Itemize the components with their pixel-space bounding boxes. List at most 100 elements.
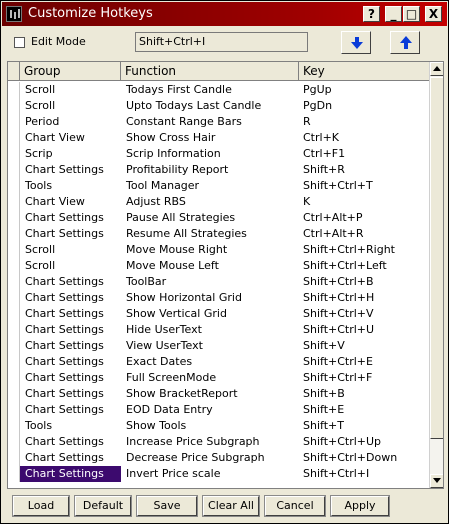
cell-group[interactable]: Chart View xyxy=(20,130,121,146)
cell-group[interactable]: Scrip xyxy=(20,146,121,162)
cell-key[interactable]: Shift+Ctrl+Up xyxy=(299,434,429,450)
cell-group[interactable]: Chart Settings xyxy=(20,162,121,178)
maximize-button[interactable]: □ xyxy=(403,6,420,22)
cell-function[interactable]: Invert Price scale xyxy=(121,466,299,482)
cell-function[interactable]: Show Horizontal Grid xyxy=(121,290,299,306)
cell-key[interactable]: Shift+T xyxy=(299,418,429,434)
cell-group[interactable]: Chart Settings xyxy=(20,210,121,226)
cell-key[interactable]: Ctrl+Alt+R xyxy=(299,226,429,242)
table-row[interactable]: Scroll Move Mouse Right Shift+Ctrl+Right xyxy=(8,242,429,258)
cell-key[interactable]: Shift+R xyxy=(299,162,429,178)
header-key[interactable]: Key xyxy=(299,62,429,81)
cell-function[interactable]: Todays First Candle xyxy=(121,82,299,98)
cell-key[interactable]: Shift+Ctrl+E xyxy=(299,354,429,370)
cell-function[interactable]: Full ScreenMode xyxy=(121,370,299,386)
cell-group[interactable]: Chart Settings xyxy=(20,274,121,290)
cell-key[interactable]: Shift+Ctrl+Down xyxy=(299,450,429,466)
table-row[interactable]: Chart Settings Profitability Report Shift+… xyxy=(8,162,429,178)
table-row[interactable]: Chart Settings View UserText Shift+V xyxy=(8,338,429,354)
table-row[interactable]: Scroll Upto Todays Last Candle PgDn xyxy=(8,98,429,114)
table-row[interactable]: Chart Settings Show Vertical Grid Shift+Ct… xyxy=(8,306,429,322)
cell-key[interactable]: K xyxy=(299,194,429,210)
scrollbar-thumb[interactable] xyxy=(430,77,443,439)
move-up-button[interactable] xyxy=(390,31,420,54)
cancel-button[interactable]: Cancel xyxy=(264,495,326,517)
cell-group[interactable]: Period xyxy=(20,114,121,130)
table-row[interactable]: Tools Tool Manager Shift+Ctrl+T xyxy=(8,178,429,194)
cell-group[interactable]: Chart Settings xyxy=(20,354,121,370)
cell-function[interactable]: Tool Manager xyxy=(121,178,299,194)
table-row[interactable]: Chart Settings Resume All Strategies Ctrl+… xyxy=(8,226,429,242)
apply-button[interactable]: Apply xyxy=(330,495,390,517)
cell-function[interactable]: Constant Range Bars xyxy=(121,114,299,130)
table-row[interactable]: Chart Settings EOD Data Entry Shift+E xyxy=(8,402,429,418)
cell-key[interactable]: Ctrl+K xyxy=(299,130,429,146)
cell-group[interactable]: Scroll xyxy=(20,242,121,258)
cell-group[interactable]: Scroll xyxy=(20,98,121,114)
scroll-down-button[interactable] xyxy=(430,474,443,488)
cell-function[interactable]: View UserText xyxy=(121,338,299,354)
save-button[interactable]: Save xyxy=(136,495,198,517)
cell-group[interactable]: Tools xyxy=(20,178,121,194)
table-row[interactable]: Tools Show Tools Shift+T xyxy=(8,418,429,434)
move-down-button[interactable] xyxy=(341,31,371,54)
cell-function[interactable]: Show BracketReport xyxy=(121,386,299,402)
default-button[interactable]: Default xyxy=(74,495,132,517)
cell-key[interactable]: Ctrl+F1 xyxy=(299,146,429,162)
cell-group[interactable]: Chart Settings xyxy=(20,450,121,466)
cell-group[interactable]: Chart Settings xyxy=(20,306,121,322)
table-row[interactable]: Chart View Show Cross Hair Ctrl+K xyxy=(8,130,429,146)
table-row[interactable]: Chart Settings Hide UserText Shift+Ctrl+U xyxy=(8,322,429,338)
cell-function[interactable]: Adjust RBS xyxy=(121,194,299,210)
cell-key[interactable]: Shift+Ctrl+V xyxy=(299,306,429,322)
table-row[interactable]: Chart Settings Exact Dates Shift+Ctrl+E xyxy=(8,354,429,370)
cell-group[interactable]: Chart Settings xyxy=(20,290,121,306)
cell-key[interactable]: Shift+Ctrl+Right xyxy=(299,242,429,258)
cell-key[interactable]: R xyxy=(299,114,429,130)
cell-function[interactable]: Exact Dates xyxy=(121,354,299,370)
cell-function[interactable]: Upto Todays Last Candle xyxy=(121,98,299,114)
table-row[interactable]: Chart View Adjust RBS K xyxy=(8,194,429,210)
cell-group[interactable]: Chart Settings xyxy=(20,466,121,482)
cell-key[interactable]: Shift+Ctrl+U xyxy=(299,322,429,338)
cell-key[interactable]: Shift+Ctrl+B xyxy=(299,274,429,290)
cell-function[interactable]: Show Cross Hair xyxy=(121,130,299,146)
cell-key[interactable]: Shift+B xyxy=(299,386,429,402)
table-row[interactable]: Scroll Todays First Candle PgUp xyxy=(8,82,429,98)
cell-key[interactable]: PgUp xyxy=(299,82,429,98)
cell-function[interactable]: ToolBar xyxy=(121,274,299,290)
cell-function[interactable]: Scrip Information xyxy=(121,146,299,162)
help-button[interactable]: ? xyxy=(363,6,380,22)
cell-function[interactable]: Hide UserText xyxy=(121,322,299,338)
cell-function[interactable]: EOD Data Entry xyxy=(121,402,299,418)
cell-key[interactable]: Shift+Ctrl+F xyxy=(299,370,429,386)
header-function[interactable]: Function xyxy=(121,62,299,81)
load-button[interactable]: Load xyxy=(12,495,70,517)
table-row[interactable]: Chart Settings ToolBar Shift+Ctrl+B xyxy=(8,274,429,290)
cell-group[interactable]: Tools xyxy=(20,418,121,434)
cell-function[interactable]: Show Vertical Grid xyxy=(121,306,299,322)
minimize-button[interactable]: _ xyxy=(385,6,402,22)
hotkey-input[interactable]: Shift+Ctrl+I xyxy=(135,32,308,52)
table-row[interactable]: Chart Settings Invert Price scale Shift+Ct… xyxy=(8,466,429,482)
cell-function[interactable]: Increase Price Subgraph xyxy=(121,434,299,450)
clear-all-button[interactable]: Clear All xyxy=(202,495,260,517)
table-row[interactable]: Chart Settings Increase Price Subgraph Shi… xyxy=(8,434,429,450)
cell-key[interactable]: Shift+Ctrl+I xyxy=(299,466,429,482)
cell-function[interactable]: Resume All Strategies xyxy=(121,226,299,242)
scroll-up-button[interactable] xyxy=(430,62,443,76)
title-bar[interactable]: Customize Hotkeys ? _ □ X xyxy=(2,2,447,26)
table-row[interactable]: Scroll Move Mouse Left Shift+Ctrl+Left xyxy=(8,258,429,274)
vertical-scrollbar[interactable] xyxy=(429,62,443,488)
cell-group[interactable]: Chart Settings xyxy=(20,370,121,386)
cell-group[interactable]: Chart Settings xyxy=(20,338,121,354)
cell-group[interactable]: Chart Settings xyxy=(20,434,121,450)
cell-key[interactable]: PgDn xyxy=(299,98,429,114)
cell-function[interactable]: Move Mouse Left xyxy=(121,258,299,274)
table-row[interactable]: Scrip Scrip Information Ctrl+F1 xyxy=(8,146,429,162)
cell-group[interactable]: Chart Settings xyxy=(20,402,121,418)
cell-key[interactable]: Shift+Ctrl+T xyxy=(299,178,429,194)
close-button[interactable]: X xyxy=(425,6,442,22)
table-row[interactable]: Chart Settings Pause All Strategies Ctrl+A… xyxy=(8,210,429,226)
cell-group[interactable]: Scroll xyxy=(20,82,121,98)
